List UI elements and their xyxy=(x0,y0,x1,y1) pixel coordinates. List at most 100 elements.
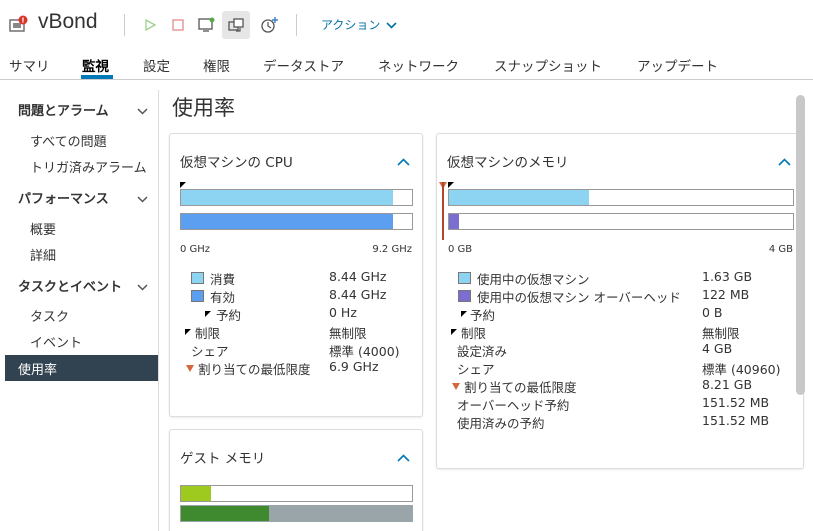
sidebar-item-advanced[interactable]: 詳細 xyxy=(30,245,56,264)
tab-networks[interactable]: ネットワーク xyxy=(378,55,459,75)
active-legend-swatch xyxy=(191,290,204,302)
worst-case-marker-icon xyxy=(452,383,460,390)
header-separator xyxy=(296,14,297,36)
cpu-axis-min: 0 GHz xyxy=(180,244,211,255)
sidebar-section-label: パフォーマンス xyxy=(18,192,109,207)
actions-label: アクション xyxy=(321,18,381,32)
reservation-marker-icon xyxy=(448,182,454,188)
cpu-row-label: 割り当ての最低限度 xyxy=(198,362,311,377)
guest-memory-bar-1 xyxy=(180,485,413,502)
tab-configure[interactable]: 設定 xyxy=(143,55,170,75)
guest-memory-fill-1 xyxy=(181,486,212,501)
collapse-chevron-icon[interactable] xyxy=(397,155,410,170)
power-off-icon[interactable] xyxy=(164,11,192,39)
memory-row-label: 設定済み xyxy=(457,344,508,359)
cpu-axis-max: 9.2 GHz xyxy=(372,244,412,255)
cpu-row-label: 予約 xyxy=(216,308,242,323)
memory-overhead-fill xyxy=(449,214,460,229)
vm-title: vBond xyxy=(38,10,98,33)
memory-row-label: 使用済みの予約 xyxy=(457,416,545,431)
sidebar-section-issues[interactable]: 問題とアラーム xyxy=(18,100,150,119)
active-tab-indicator xyxy=(81,75,113,79)
memory-active-bar xyxy=(448,189,794,206)
sidebar-item-events[interactable]: イベント xyxy=(30,332,82,351)
limit-marker-icon xyxy=(451,329,457,335)
cpu-row-value: 8.44 GHz xyxy=(329,269,387,284)
chevron-down-icon xyxy=(386,18,397,32)
sidebar-section-label: 問題とアラーム xyxy=(18,104,109,119)
chevron-down-icon xyxy=(137,280,148,295)
sidebar-section-tasks-events[interactable]: タスクとイベント xyxy=(18,276,150,295)
memory-row-label: オーバーヘッド予約 xyxy=(457,398,570,413)
tab-summary[interactable]: サマリ xyxy=(9,55,50,75)
sidebar-item-all-issues[interactable]: すべての問題 xyxy=(30,131,107,150)
header-separator xyxy=(124,14,125,36)
cpu-row-label: 消費 xyxy=(210,272,236,287)
memory-row-value: 無制限 xyxy=(702,326,740,341)
snapshot-icon[interactable] xyxy=(256,11,284,39)
cpu-active-bar xyxy=(180,213,413,230)
limit-marker-icon xyxy=(185,329,191,335)
migrate-icon[interactable] xyxy=(222,11,250,39)
sidebar-item-tasks[interactable]: タスク xyxy=(30,306,69,325)
tab-updates[interactable]: アップデート xyxy=(637,55,718,75)
main-scrollbar[interactable] xyxy=(795,92,806,531)
reservation-marker-icon xyxy=(205,311,211,317)
overhead-legend-swatch xyxy=(458,290,471,302)
memory-row-value: 標準 (40960) xyxy=(702,362,781,377)
sidebar-section-performance[interactable]: パフォーマンス xyxy=(18,188,150,207)
guest-memory-card: ゲスト メモリ xyxy=(169,429,423,531)
header: ! vBond アクション xyxy=(0,0,813,50)
memory-row-value: 4 GB xyxy=(702,341,733,356)
cpu-active-fill xyxy=(181,214,393,229)
memory-row-value: 0 B xyxy=(702,305,723,320)
cpu-row-value: 8.44 GHz xyxy=(329,287,387,302)
guest-memory-card-title: ゲスト メモリ xyxy=(180,451,266,467)
tab-permissions[interactable]: 権限 xyxy=(203,55,230,75)
memory-row-label: 使用中の仮想マシン オーバーヘッド xyxy=(477,290,681,305)
actions-menu[interactable]: アクション xyxy=(321,16,397,33)
svg-text:!: ! xyxy=(21,17,24,25)
guest-memory-bar-2 xyxy=(180,505,413,522)
collapse-chevron-icon[interactable] xyxy=(778,155,791,170)
cpu-row-label: 制限 xyxy=(195,326,221,341)
memory-card-title: 仮想マシンのメモリ xyxy=(447,155,569,171)
cpu-row-value: 標準 (4000) xyxy=(329,344,400,359)
memory-row-label: 割り当ての最低限度 xyxy=(464,380,577,395)
cpu-card-title: 仮想マシンの CPU xyxy=(180,155,293,171)
sidebar-section-label: タスクとイベント xyxy=(18,280,123,295)
cpu-row-label: シェア xyxy=(191,344,229,359)
collapse-chevron-icon[interactable] xyxy=(397,451,410,466)
cpu-row-value: 6.9 GHz xyxy=(329,359,379,374)
memory-row-label: 予約 xyxy=(470,308,496,323)
memory-card: 仮想マシンのメモリ 0 GB 4 GB 使用中の仮想マシン 1.63 GB 使用… xyxy=(436,133,804,469)
tab-datastores[interactable]: データストア xyxy=(263,55,344,75)
memory-row-value: 151.52 MB xyxy=(702,395,770,410)
sidebar-item-overview[interactable]: 概要 xyxy=(30,219,56,238)
tab-monitor[interactable]: 監視 xyxy=(82,55,109,75)
chevron-down-icon xyxy=(137,104,148,119)
memory-active-fill xyxy=(449,190,590,205)
tab-snapshots[interactable]: スナップショット xyxy=(494,55,602,75)
scrollbar-thumb[interactable] xyxy=(796,95,805,395)
cpu-row-label: 有効 xyxy=(210,290,236,305)
memory-row-value: 151.52 MB xyxy=(702,413,770,428)
power-on-icon[interactable] xyxy=(136,11,164,39)
memory-axis-max: 4 GB xyxy=(768,244,793,255)
tab-bar: サマリ 監視 設定 権限 データストア ネットワーク スナップショット アップデ… xyxy=(0,50,813,80)
worst-case-marker-icon xyxy=(186,365,194,372)
chevron-down-icon xyxy=(137,192,148,207)
memory-row-label: 使用中の仮想マシン xyxy=(477,272,590,287)
sidebar-item-triggered-alarms[interactable]: トリガ済みアラーム xyxy=(30,157,147,176)
memory-row-label: シェア xyxy=(457,362,495,377)
reservation-marker-icon xyxy=(461,311,467,317)
page-title: 使用率 xyxy=(172,96,235,120)
cpu-row-value: 無制限 xyxy=(329,326,367,341)
memory-axis-min: 0 GB xyxy=(448,244,473,255)
sidebar-item-utilization[interactable]: 使用率 xyxy=(5,355,158,381)
vm-icon: ! xyxy=(9,15,29,33)
launch-console-icon[interactable] xyxy=(193,11,221,39)
memory-overhead-bar xyxy=(448,213,794,230)
memory-row-value: 1.63 GB xyxy=(702,269,753,284)
cpu-row-value: 0 Hz xyxy=(329,305,357,320)
